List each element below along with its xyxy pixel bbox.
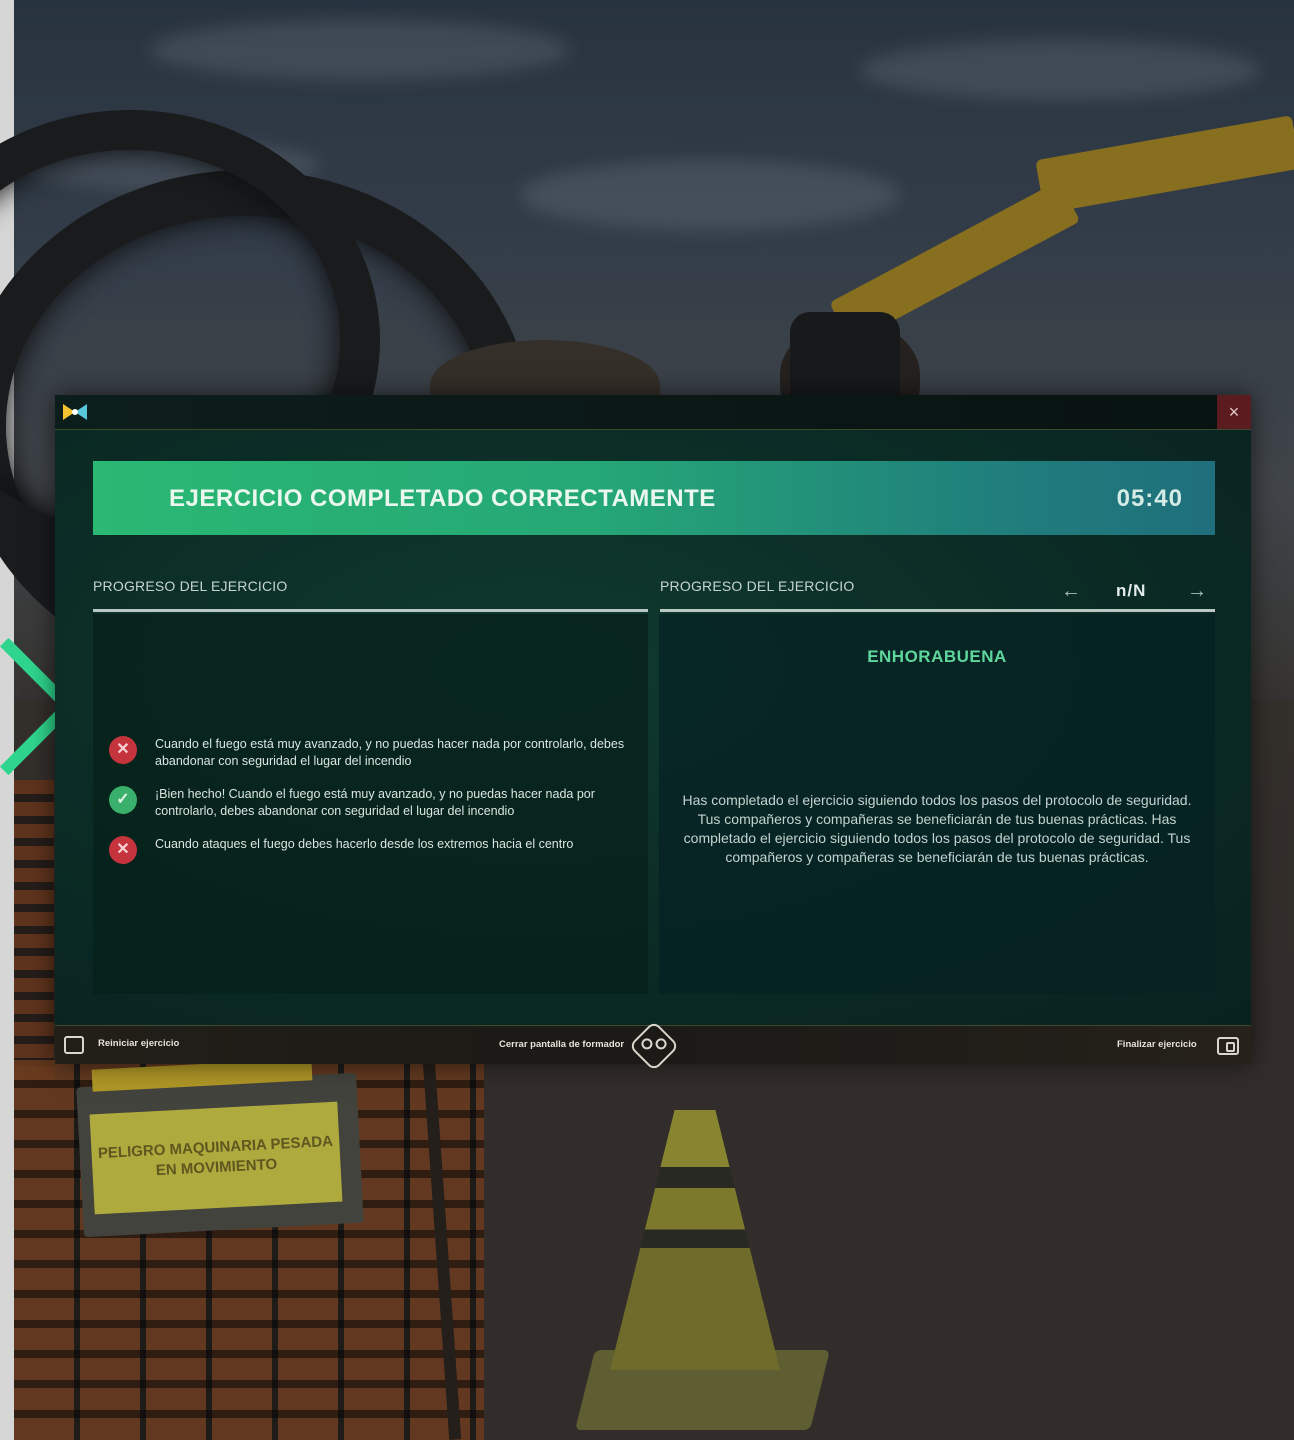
restart-exercise-button[interactable]: Reiniciar ejercicio	[98, 1038, 179, 1076]
feedback-text: Cuando el fuego está muy avanzado, y no …	[155, 737, 625, 768]
banner-title: EJERCICIO COMPLETADO CORRECTAMENTE	[169, 485, 716, 512]
window-titlebar: ×	[55, 395, 1251, 430]
left-section-divider	[93, 609, 648, 612]
arrow-right-icon[interactable]: →	[1187, 580, 1207, 603]
exit-icon[interactable]	[1217, 1037, 1239, 1055]
arrow-left-icon[interactable]: ←	[1061, 580, 1081, 603]
congrats-message: Has completado el ejercicio siguiendo to…	[682, 792, 1192, 865]
finish-exercise-button[interactable]: Finalizar ejercicio	[1117, 1039, 1197, 1077]
elapsed-time: 05:40	[1116, 485, 1183, 512]
feedback-text: ¡Bien hecho! Cuando el fuego está muy av…	[155, 787, 595, 818]
result-banner: EJERCICIO COMPLETADO CORRECTAMENTE 05:40	[93, 461, 1215, 535]
window-footer: Reiniciar ejercicio Cerrar pantalla de f…	[55, 1020, 1251, 1072]
list-item: ✕ Cuando ataques el fuego debes hacerlo …	[109, 836, 639, 876]
progress-list-panel: ✕ Cuando el fuego está muy avanzado, y n…	[93, 614, 648, 994]
congrats-title: ENHORABUENA	[867, 647, 1007, 666]
feedback-detail-panel: ENHORABUENA Has completado el ejercicio …	[659, 614, 1215, 994]
x-circle-icon: ✕	[109, 836, 137, 864]
left-section-heading: PROGRESO DEL EJERCICIO	[93, 578, 288, 594]
right-section-heading: PROGRESO DEL EJERCICIO	[660, 578, 855, 594]
vr-glasses-icon[interactable]	[628, 1020, 680, 1072]
close-button[interactable]: ×	[1217, 395, 1251, 429]
right-section-divider	[660, 609, 1215, 612]
check-circle-icon: ✓	[109, 786, 137, 814]
list-item: ✓ ¡Bien hecho! Cuando el fuego está muy …	[109, 786, 639, 826]
page-counter: n/N	[1116, 581, 1147, 600]
feedback-text: Cuando ataques el fuego debes hacerlo de…	[155, 837, 574, 851]
list-item: ✕ Cuando el fuego está muy avanzado, y n…	[109, 736, 639, 776]
x-circle-icon: ✕	[109, 736, 137, 764]
bowtie-logo-icon	[63, 404, 87, 420]
results-window: × EJERCICIO COMPLETADO CORRECTAMENTE 05:…	[55, 395, 1251, 1072]
restart-icon[interactable]	[64, 1036, 84, 1054]
window-content: EJERCICIO COMPLETADO CORRECTAMENTE 05:40…	[55, 430, 1251, 1024]
close-trainer-screen-button[interactable]: Cerrar pantalla de formador	[499, 1039, 624, 1077]
